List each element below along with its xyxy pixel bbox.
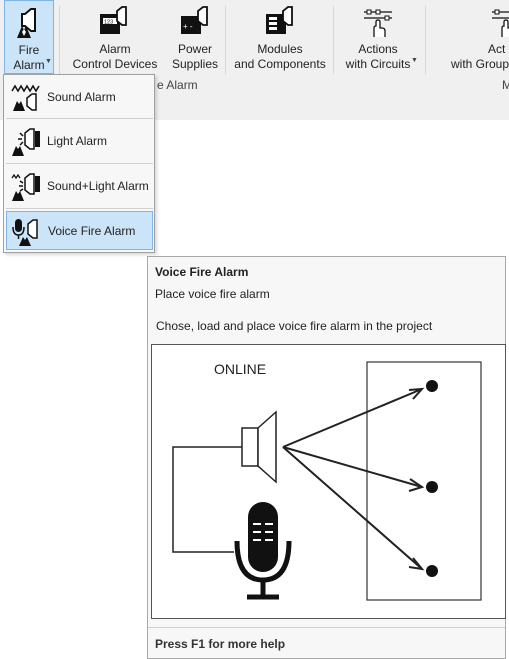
device-dot [426, 481, 438, 493]
wire [172, 446, 242, 553]
power-supplies-label-1: Power [177, 42, 212, 56]
fire-alarm-label-2: Alarm [13, 58, 45, 72]
svg-text:+ -: + - [183, 22, 193, 31]
menu-separator [6, 163, 153, 164]
alarm-control-devices-button[interactable]: 123 Alarm Control Devices [72, 0, 158, 76]
voice-fire-alarm-icon [12, 218, 38, 246]
signal-arrows [282, 387, 425, 571]
sound-light-alarm-icon [11, 173, 40, 201]
tooltip-description: Chose, load and place voice fire alarm i… [156, 319, 433, 333]
sound-alarm-icon [11, 84, 40, 111]
power-supplies-label-2: Supplies [171, 57, 219, 71]
fire-alarm-icon [17, 8, 36, 38]
fire-alarm-button[interactable]: Fire Alarm ▼ [4, 0, 54, 74]
chevron-down-icon: ▼ [411, 57, 418, 64]
actions-with-circuits-button[interactable]: Actions with Circuits ▼ [340, 0, 418, 76]
chevron-down-icon: ▼ [45, 58, 52, 65]
tooltip-short-description: Place voice fire alarm [155, 287, 270, 301]
tooltip-footer-separator [148, 627, 505, 628]
actions-with-groups-label-2: with Group [451, 57, 509, 71]
separator [425, 6, 426, 74]
power-supplies-button[interactable]: + - Power Supplies [169, 0, 221, 76]
separator [59, 6, 60, 74]
speaker-icon [241, 410, 277, 484]
menu-item-label: Light Alarm [47, 134, 108, 148]
online-label: ONLINE [214, 361, 266, 377]
menu-item-voice-fire-alarm[interactable]: Voice Fire Alarm [6, 211, 153, 250]
actions-with-circuits-label-1: Actions [358, 42, 398, 56]
tooltip-illustration: ONLINE [151, 344, 506, 619]
ribbon-group-label-right: M [502, 78, 509, 92]
modules-label-1: Modules [257, 42, 303, 56]
actions-with-circuits-label-2: with Circuits [345, 57, 411, 71]
menu-item-label: Sound Alarm [47, 90, 116, 104]
alarm-control-devices-label-1: Alarm [99, 42, 131, 56]
tooltip-title: Voice Fire Alarm [155, 265, 249, 279]
voice-alarm-diagram: ONLINE [172, 361, 482, 601]
device-dot [426, 380, 438, 392]
circuit-hand-icon [364, 9, 392, 37]
menu-separator [6, 208, 153, 209]
tooltip-help-hint: Press F1 for more help [155, 637, 286, 651]
menu-item-sound-light-alarm[interactable]: Sound+Light Alarm [6, 166, 153, 206]
menu-item-label: Voice Fire Alarm [48, 223, 136, 238]
module-icon [266, 6, 293, 34]
light-alarm-icon [12, 128, 40, 156]
menu-item-label: Sound+Light Alarm [47, 179, 149, 193]
fire-alarm-label-1: Fire [18, 43, 40, 57]
tooltip-voice-fire-alarm: Voice Fire Alarm Place voice fire alarm … [147, 256, 506, 659]
devices-frame [366, 361, 482, 601]
power-supply-icon: + - [181, 6, 208, 34]
control-panel-icon: 123 [100, 6, 127, 34]
menu-item-sound-alarm[interactable]: Sound Alarm [6, 77, 153, 117]
actions-with-groups-button[interactable]: Act with Group [448, 0, 509, 76]
separator [225, 6, 226, 74]
menu-item-light-alarm[interactable]: Light Alarm [6, 121, 153, 161]
actions-with-groups-label-1: Act [488, 42, 506, 56]
modules-label-2: and Components [234, 57, 326, 71]
ribbon-group-label: e Alarm [157, 78, 198, 92]
fire-alarm-dropdown: Sound Alarm Light Alarm Sound+Light Alar… [3, 74, 155, 253]
modules-and-components-button[interactable]: Modules and Components [234, 0, 326, 76]
menu-separator [6, 118, 153, 119]
alarm-control-devices-label-2: Control Devices [72, 57, 158, 71]
separator [333, 6, 334, 74]
microphone-icon [234, 502, 292, 600]
device-dot [426, 565, 438, 577]
group-hand-icon [492, 9, 509, 37]
svg-text:123: 123 [104, 20, 113, 26]
